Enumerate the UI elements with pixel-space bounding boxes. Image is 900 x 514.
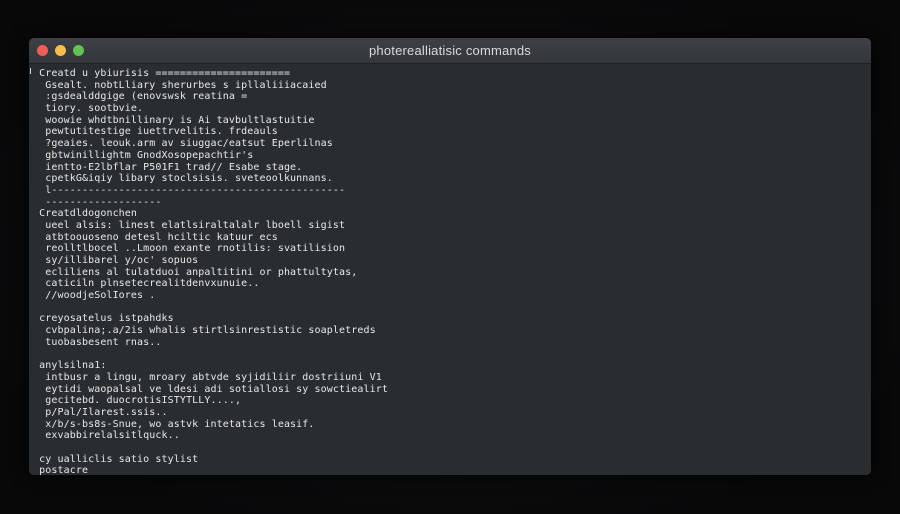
desktop-background: photerealliatisic commands Creatd u ybiu… xyxy=(0,0,900,514)
terminal-line: gbtwinillightm GnodXosopepachtir's xyxy=(33,149,254,161)
terminal-line: caticiln plnsetecrealitdenvxunuie.. xyxy=(33,278,260,290)
terminal-output: Creatd u ybiurisis =====================… xyxy=(33,68,388,475)
terminal-window[interactable]: photerealliatisic commands Creatd u ybiu… xyxy=(29,38,871,475)
terminal-line: ?geaies. leouk.arm av siuggac/eatsut Epe… xyxy=(33,138,333,150)
terminal-line: Gsealt. nobtLliary sherurbes s ipllaliii… xyxy=(33,79,327,91)
window-title: photerealliatisic commands xyxy=(369,43,531,58)
terminal-line: cy ualliclis satio stylist xyxy=(33,453,199,465)
terminal-line: cvbpalina;.a/2is whalis stirtlsinrestist… xyxy=(33,325,376,337)
terminal-line: eytidi waopalsal ve ldesi adi sotiallosi… xyxy=(33,383,388,395)
terminal-line: exvabbirelalsitlquck.. xyxy=(33,430,180,442)
terminal-line: :gsdealddgige (enovswsk reatina = xyxy=(33,91,248,103)
terminal-line: p/Pal/Ilarest.ssis.. xyxy=(33,406,168,418)
terminal-line: postacre xyxy=(33,465,89,475)
terminal-line: //woodjeSolIores . xyxy=(33,290,156,302)
terminal-line: tuobasbesent rnas.. xyxy=(33,336,162,348)
terminal-line: anylsilna1: xyxy=(33,360,107,372)
terminal-line: gecitebd. duocrotisISTYTLLY...., xyxy=(33,395,242,407)
terminal-line: ueel alsis: linest elatlsiraltalalr lboe… xyxy=(33,219,346,231)
terminal-line: tiory. sootbvie. xyxy=(33,103,144,115)
terminal-line: reolltlbocel ..Lmoon exante rnotilis: sv… xyxy=(33,243,346,255)
terminal-line: Creatd u ybiurisis =====================… xyxy=(33,68,291,79)
terminal-line: sy/illibarel y/oc' sopuos xyxy=(33,255,199,266)
cursor-marker xyxy=(30,68,31,74)
terminal-line: Creatdldogonchen xyxy=(33,208,138,220)
terminal-line: x/b/s-bs8s-Snue, wo astvk intetatics lea… xyxy=(33,418,315,430)
terminal-line: intbusr a lingu, mroary abtvde syjidilii… xyxy=(33,371,382,383)
title-bar[interactable]: photerealliatisic commands xyxy=(29,38,871,64)
terminal-line: ientto-E2lbflar P501F1 trad// Esabe stag… xyxy=(33,161,303,173)
terminal-line: woowie whdtbnillinary is Ai tavbultlastu… xyxy=(33,114,315,126)
terminal-line: pewtutitestige iuettrvelitis. frdeauls xyxy=(33,126,278,138)
terminal-line: creyosatelus istpahdks xyxy=(33,313,174,325)
terminal-output-area[interactable]: Creatd u ybiurisis =====================… xyxy=(29,64,871,475)
terminal-line: ------------------- xyxy=(33,196,162,208)
terminal-line: atbtoouoseno detesl hciltic katuur ecs xyxy=(33,231,278,243)
terminal-line: l---------------------------------------… xyxy=(33,184,346,196)
terminal-line: cpetkG&iqiy libary stoclsisis. sveteoolk… xyxy=(33,173,333,185)
terminal-line: ecliliens al tulatduoi anpaltitini or ph… xyxy=(33,266,358,278)
